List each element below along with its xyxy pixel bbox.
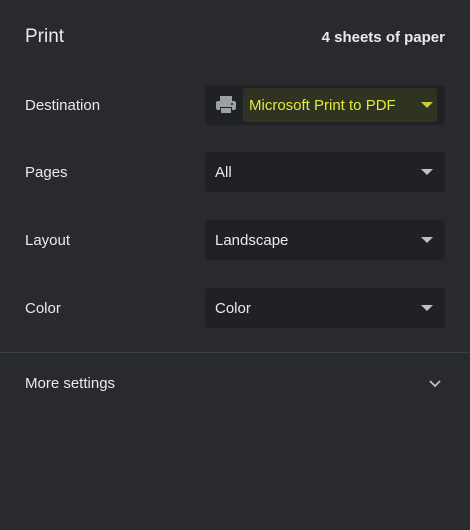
layout-label: Layout [25,231,71,249]
more-settings-label: More settings [25,374,116,392]
pages-select[interactable]: All [205,152,445,192]
destination-select[interactable]: Microsoft Print to PDF [205,85,445,125]
color-row: Color Color [25,288,445,328]
printer-icon [215,95,237,115]
destination-label: Destination [25,96,101,114]
page-title: Print [25,26,65,47]
more-settings-toggle[interactable]: More settings [25,368,445,398]
print-header: Print 4 sheets of paper [25,22,445,52]
dropdown-arrow-icon [421,102,433,108]
dropdown-arrow-icon [421,169,433,175]
sheet-count: 4 sheets of paper [321,28,445,46]
pages-row: Pages All [25,152,445,192]
destination-value: Microsoft Print to PDF [249,96,396,114]
color-select[interactable]: Color [205,288,445,328]
layout-value: Landscape [215,231,289,249]
chevron-down-icon [427,375,443,391]
color-label: Color [25,299,61,317]
pages-label: Pages [25,163,68,181]
layout-row: Layout Landscape [25,220,445,260]
layout-select[interactable]: Landscape [205,220,445,260]
dropdown-arrow-icon [421,305,433,311]
destination-row: Destination Microsoft Print to PDF [25,85,445,125]
pages-value: All [215,163,232,181]
color-value: Color [215,299,251,317]
section-divider [0,352,470,353]
dropdown-arrow-icon [421,237,433,243]
